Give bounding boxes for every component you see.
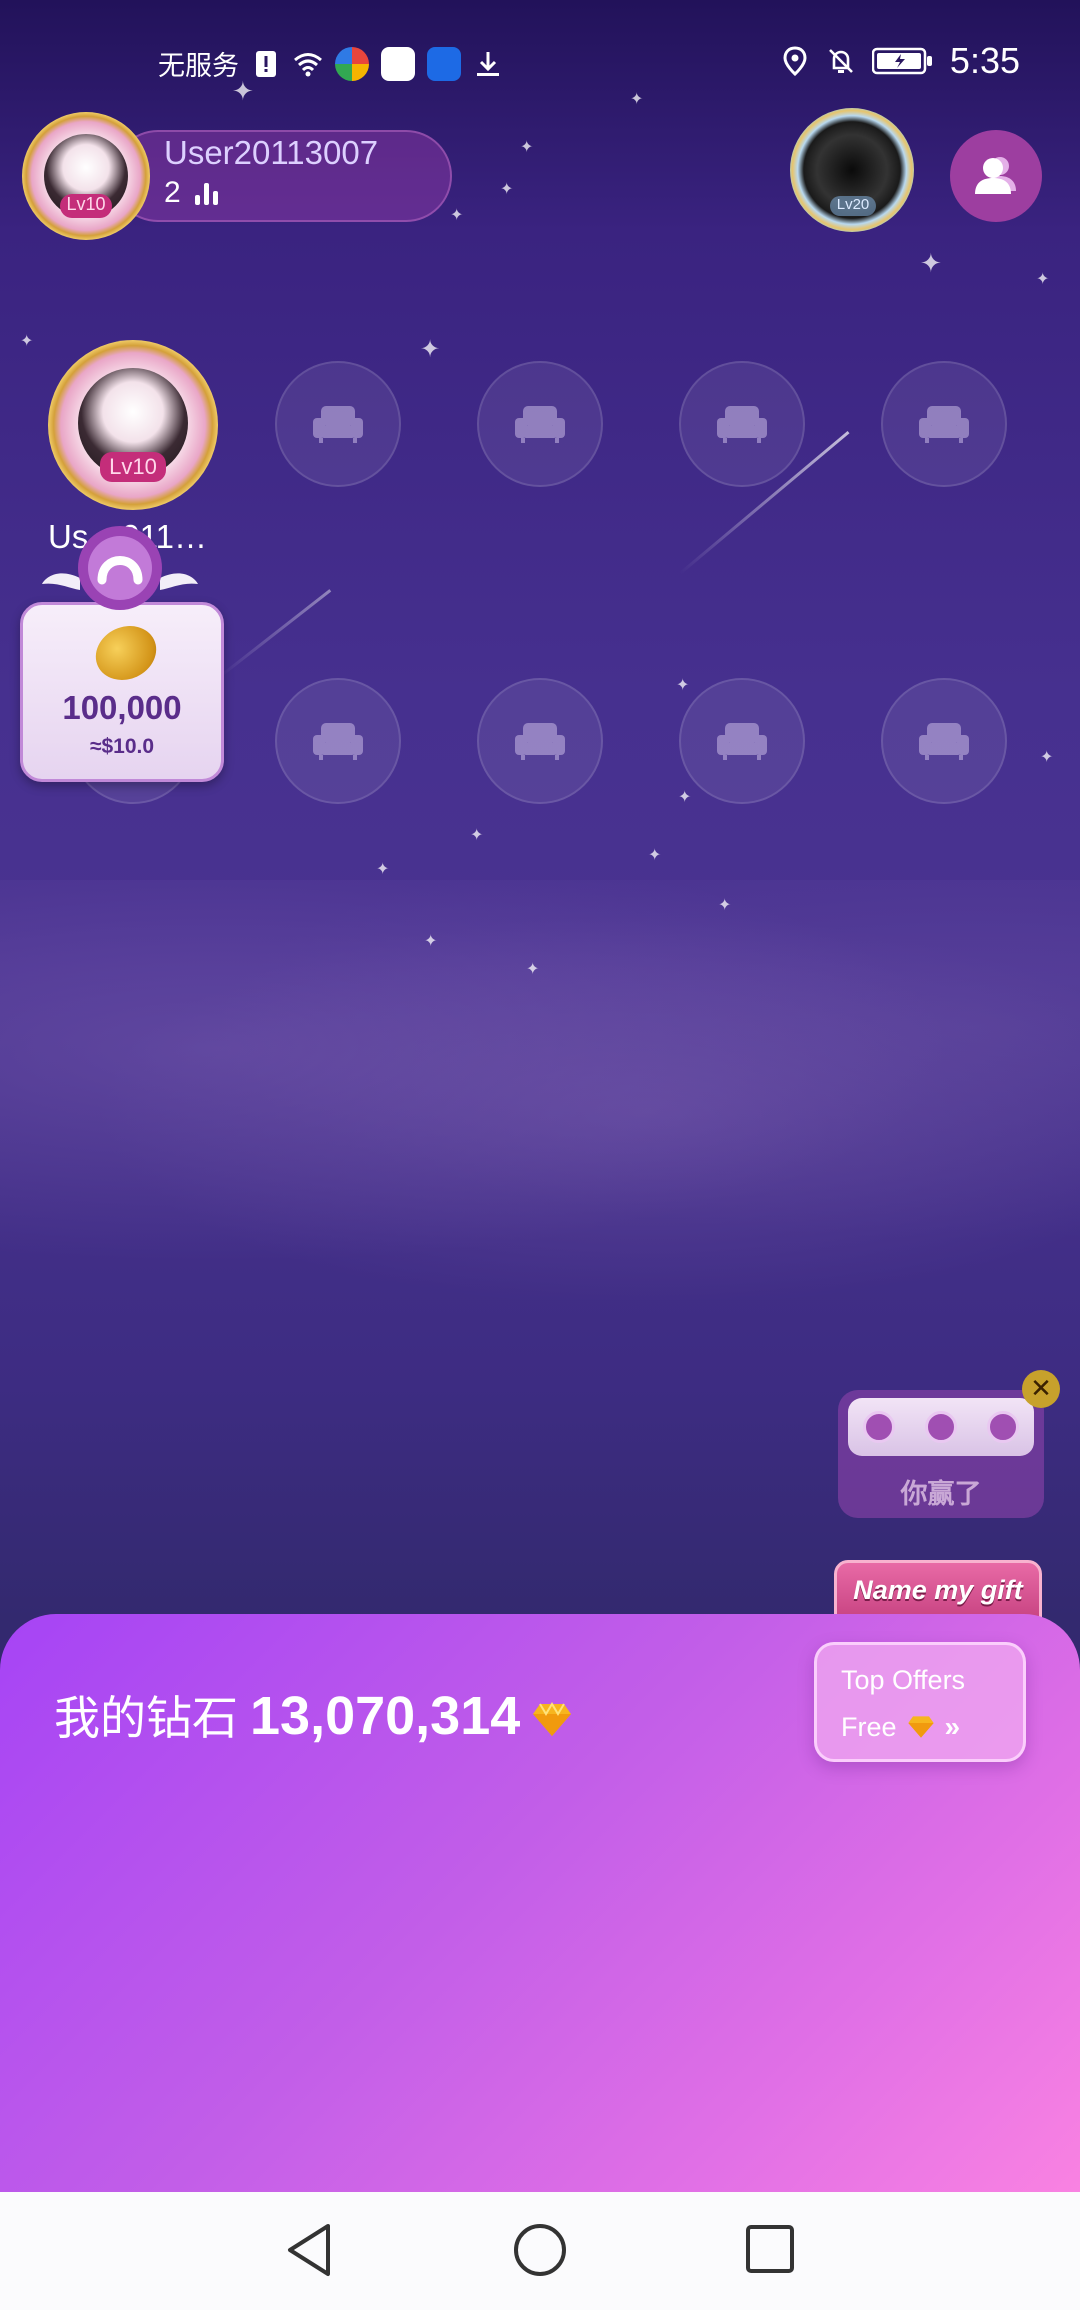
battery-icon [871, 47, 932, 75]
members-button[interactable] [950, 130, 1042, 222]
wifi-icon [294, 52, 322, 76]
close-icon[interactable]: ✕ [1022, 1370, 1060, 1408]
diamond-icon [907, 1716, 934, 1738]
owner-name: User20113007 [164, 134, 379, 171]
top-contributor-avatar[interactable]: Lv20 [790, 108, 914, 232]
top-offers-free: Free [841, 1711, 897, 1742]
gift-usd-value: ≈$10.0 [89, 735, 155, 758]
sofa-icon [515, 723, 565, 760]
top-offers-subtitle: Free » [841, 1711, 960, 1743]
recent-apps-icon[interactable] [745, 2222, 795, 2278]
top-offers-button[interactable]: Top Offers Free » [814, 1642, 1026, 1762]
owner-level-badge: Lv10 [60, 194, 112, 218]
status-left: 无服务 [158, 44, 503, 83]
star-decoration: ✦ [718, 897, 732, 914]
star-decoration: ✦ [424, 933, 438, 950]
star-decoration: ✦ [676, 677, 690, 694]
status-bar: 无服务 5:35 [0, 0, 1080, 120]
slot-reels [848, 1398, 1034, 1456]
clock: 5:35 [949, 40, 1020, 81]
sofa-icon [919, 723, 969, 760]
status-right: 5:35 [780, 40, 1020, 82]
empty-seat[interactable] [477, 678, 603, 804]
star-decoration: ✦ [470, 827, 484, 844]
slot-symbol-icon [925, 1411, 957, 1443]
winged-mascot-icon [42, 526, 198, 610]
sofa-icon [313, 723, 363, 760]
location-icon [783, 46, 807, 76]
download-icon [477, 51, 499, 76]
star-decoration: ✦ [678, 789, 692, 806]
empty-seat[interactable] [275, 678, 401, 804]
sofa-icon [313, 406, 363, 443]
sim-alert-icon [256, 50, 276, 77]
empty-seat[interactable] [881, 678, 1007, 804]
star-decoration: ✦ [450, 207, 464, 224]
name-my-gift-label: Name my gift [853, 1575, 1023, 1605]
owner-online-count: 2 [164, 176, 218, 210]
sofa-icon [717, 723, 767, 760]
you-won-label: 你赢了 [900, 1479, 982, 1509]
empty-seat[interactable] [679, 361, 805, 487]
gold-bean-icon [86, 616, 166, 690]
double-chevron-right-icon: » [944, 1711, 961, 1742]
mute-bell-icon [829, 49, 853, 73]
system-navigation-bar [0, 2192, 1080, 2310]
star-decoration: ✦ [1040, 749, 1054, 766]
diamond-balance: 我的钻石 13,070,314 [54, 1682, 572, 1748]
star-decoration: ✦ [526, 961, 540, 978]
empty-seat[interactable] [477, 361, 603, 487]
back-icon[interactable] [284, 2222, 336, 2278]
diamond-icon [533, 1702, 572, 1736]
empty-seat[interactable] [679, 678, 805, 804]
diamond-balance-sheet: 我的钻石 13,070,314 Top Offers Free » [0, 1614, 1080, 2192]
huawei-app-icon [381, 46, 415, 81]
empty-seat[interactable] [881, 361, 1007, 487]
star-decoration: ✦ [920, 248, 942, 278]
sofa-icon [919, 406, 969, 443]
gift-amount: 100,000 [62, 689, 182, 726]
sofa-icon [515, 406, 565, 443]
host-seat[interactable]: Lv10 [48, 340, 218, 510]
star-decoration: ✦ [520, 139, 534, 156]
star-decoration: ✦ [376, 861, 390, 878]
home-icon[interactable] [512, 2222, 568, 2278]
top-offers-title: Top Offers [841, 1665, 966, 1695]
empty-seat[interactable] [275, 361, 401, 487]
host-level-badge: Lv10 [100, 452, 166, 482]
online-count-value: 2 [164, 176, 181, 209]
carrier-text: 无服务 [158, 51, 239, 81]
globe-app-icon [427, 46, 461, 81]
diamond-label: 我的钻石 [54, 1692, 238, 1744]
star-decoration: ✦ [1036, 271, 1050, 288]
star-decoration: ✦ [500, 181, 514, 198]
you-won-widget[interactable]: 你赢了 [838, 1390, 1044, 1518]
bar-chart-icon [194, 181, 218, 205]
diamond-value: 13,070,314 [250, 1686, 521, 1746]
star-decoration: ✦ [20, 333, 34, 350]
user-profile-icon [975, 157, 1016, 194]
sofa-icon [717, 406, 767, 443]
top-contributor-level: Lv20 [830, 196, 876, 216]
gift-reward-card[interactable]: 100,000 ≈$10.0 [20, 602, 224, 782]
star-decoration: ✦ [648, 847, 662, 864]
star-decoration: ✦ [420, 336, 441, 363]
slot-symbol-icon [987, 1411, 1019, 1443]
cloud-layer [0, 880, 1080, 1300]
slot-symbol-icon [863, 1411, 895, 1443]
browser-app-icon [335, 46, 369, 81]
shooting-star [219, 589, 332, 678]
